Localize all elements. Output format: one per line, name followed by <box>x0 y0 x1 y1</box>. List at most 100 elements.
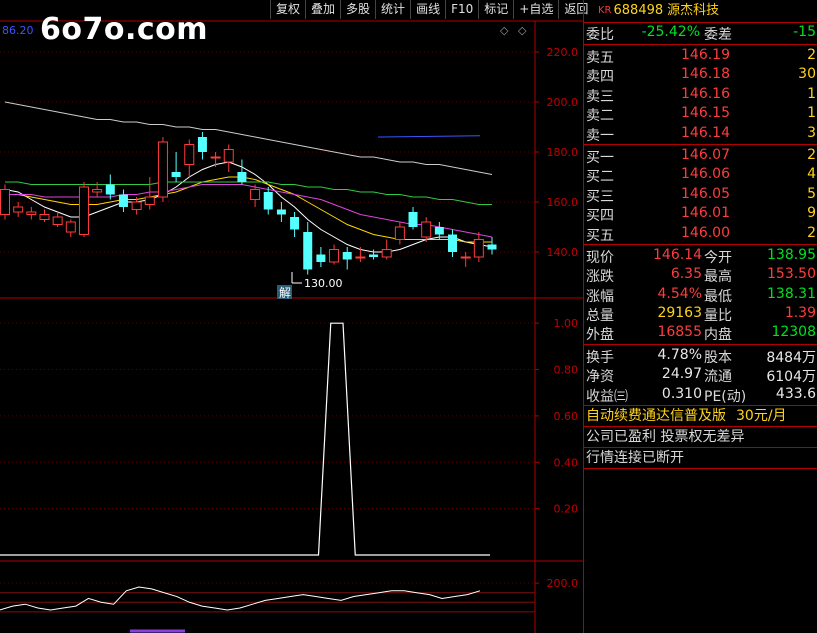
weicha-value: -15 <box>793 24 816 40</box>
order-book-row[interactable]: 买五 146.00 2 <box>584 224 817 244</box>
bid-label: 买二 <box>586 169 614 186</box>
order-book-row[interactable]: 卖五 146.19 2 <box>584 46 817 66</box>
stat-label: 涨幅 <box>586 288 614 305</box>
corner-value: 86.20 <box>2 24 34 37</box>
stat-value: 4.78% <box>657 346 702 363</box>
stat-row: 换手 4.78% 股本 8484万 <box>584 346 817 366</box>
stat-value: 138.31 <box>767 285 816 302</box>
candlestick <box>52 212 63 227</box>
candlestick <box>276 202 286 222</box>
ask-price: 146.14 <box>681 124 730 141</box>
price-axis-label: 160.0 <box>547 196 579 209</box>
indicator-axis-label: 0.80 <box>554 364 579 377</box>
bottom-axis-label: 200.0 <box>547 577 579 590</box>
stat-value: 146.14 <box>653 246 702 263</box>
indicator-axis-label: 0.20 <box>554 503 579 516</box>
stat-value: 6104万 <box>766 369 816 386</box>
stat-value: 24.97 <box>661 366 702 383</box>
price-axis-label: 220.0 <box>547 46 579 59</box>
stat-label: 最高 <box>704 269 732 286</box>
moving-average-line <box>5 176 492 243</box>
ask-price: 146.16 <box>681 85 730 102</box>
bid-volume: 4 <box>807 166 816 183</box>
indicator-axis-label: 1.00 <box>554 317 579 330</box>
candlestick <box>78 182 89 237</box>
price-axis-label: 140.0 <box>547 246 579 259</box>
chart-grid <box>0 20 583 633</box>
bid-label: 买五 <box>586 227 614 244</box>
price-axis-label: 200.0 <box>547 96 579 109</box>
order-book-row[interactable]: 买三 146.05 5 <box>584 185 817 205</box>
candlestick <box>118 189 128 212</box>
toolbar-button-statistics[interactable]: 统计 <box>375 0 410 19</box>
order-book-row[interactable]: 买二 146.06 4 <box>584 165 817 186</box>
stat-row: 涨幅 4.54% 最低 138.31 <box>584 285 817 305</box>
order-book-row[interactable]: 卖二 146.15 1 <box>584 104 817 125</box>
order-book-row[interactable]: 卖三 146.16 1 <box>584 85 817 105</box>
order-book-row[interactable]: 卖一 146.14 3 <box>584 124 817 144</box>
subscription-ad[interactable]: 自动续费通达信普及版 30元/月 <box>584 406 817 428</box>
stock-code: 688498 <box>613 3 664 18</box>
bid-price: 146.01 <box>681 205 730 222</box>
bid-volume: 2 <box>807 146 816 163</box>
weibi-value: -25.42% <box>641 24 700 40</box>
toolbar-button-fuquan[interactable]: 复权 <box>270 0 305 19</box>
candlestick <box>223 144 234 172</box>
price-axis: 220.0 200.0 180.0 160.0 140.0 <box>547 46 579 259</box>
candlestick <box>290 212 300 237</box>
toolbar-button-draw-line[interactable]: 画线 <box>410 0 445 19</box>
order-book-row[interactable]: 卖四 146.18 30 <box>584 65 817 85</box>
candlestick <box>448 229 458 257</box>
bid-price: 146.05 <box>681 185 730 202</box>
ad-price: 30元/月 <box>736 408 787 425</box>
stat-value: 16855 <box>657 324 702 341</box>
indicator-axis-label: 0.40 <box>554 456 579 469</box>
bid-price: 146.06 <box>681 166 730 183</box>
candlestick <box>394 222 405 245</box>
candlestick <box>342 247 352 270</box>
order-book-row[interactable]: 买四 146.01 9 <box>584 204 817 224</box>
stat-label: 流通 <box>704 369 732 386</box>
indicator-pane <box>0 322 490 556</box>
ask-label: 卖二 <box>586 108 614 125</box>
stat-label: 股本 <box>704 349 732 366</box>
candlestick <box>421 217 432 242</box>
stat-label: 内盘 <box>704 327 732 344</box>
candlestick <box>329 244 340 265</box>
bid-label: 买三 <box>586 188 614 205</box>
toolbar-button-overlay[interactable]: 叠加 <box>305 0 340 19</box>
stat-value: 1.39 <box>784 305 816 322</box>
diamond-icon[interactable]: ◇ <box>500 24 508 37</box>
indicator-axis: 1.00 0.80 0.60 0.40 0.20 <box>554 317 579 515</box>
ad-text: 自动续费通达信普及版 <box>586 408 726 425</box>
candlestick <box>473 232 484 262</box>
stat-label: PE(动) <box>704 388 747 405</box>
order-book-row[interactable]: 买一 146.07 2 <box>584 146 817 166</box>
stat-value: 0.310 <box>661 385 702 402</box>
stat-label: 涨跌 <box>586 269 614 286</box>
bottom-indicator-line <box>0 586 481 611</box>
stat-value: 4.54% <box>657 285 702 302</box>
candlestick <box>184 139 195 177</box>
candlestick <box>171 152 181 182</box>
toolbar-button-multi-stock[interactable]: 多股 <box>340 0 375 19</box>
stat-label: 收益㈢ <box>586 388 628 405</box>
candlesticks <box>0 132 497 275</box>
stat-label: 外盘 <box>586 327 614 344</box>
bid-volume: 5 <box>807 185 816 202</box>
stat-value: 6.35 <box>670 266 702 283</box>
moving-average-line <box>5 184 493 238</box>
kline-chart[interactable]: 220.0 200.0 180.0 160.0 140.0 130.00 解 1.00 0… <box>0 0 583 633</box>
toolbar-button-mark[interactable]: 标记 <box>478 0 513 19</box>
bid-label: 买一 <box>586 149 614 166</box>
stat-label: 今开 <box>704 249 732 266</box>
reference-line <box>377 135 481 138</box>
stat-value: 433.6 <box>775 385 816 402</box>
diamond-icon[interactable]: ◇ <box>518 24 526 37</box>
ask-label: 卖一 <box>586 127 614 144</box>
unlock-event-tag[interactable]: 解 <box>279 286 291 300</box>
low-price-marker: 130.00 <box>304 277 343 290</box>
toolbar-button-add-watchlist[interactable]: +自选 <box>513 0 558 19</box>
candlestick <box>105 174 115 200</box>
toolbar-button-f10[interactable]: F10 <box>445 0 478 19</box>
